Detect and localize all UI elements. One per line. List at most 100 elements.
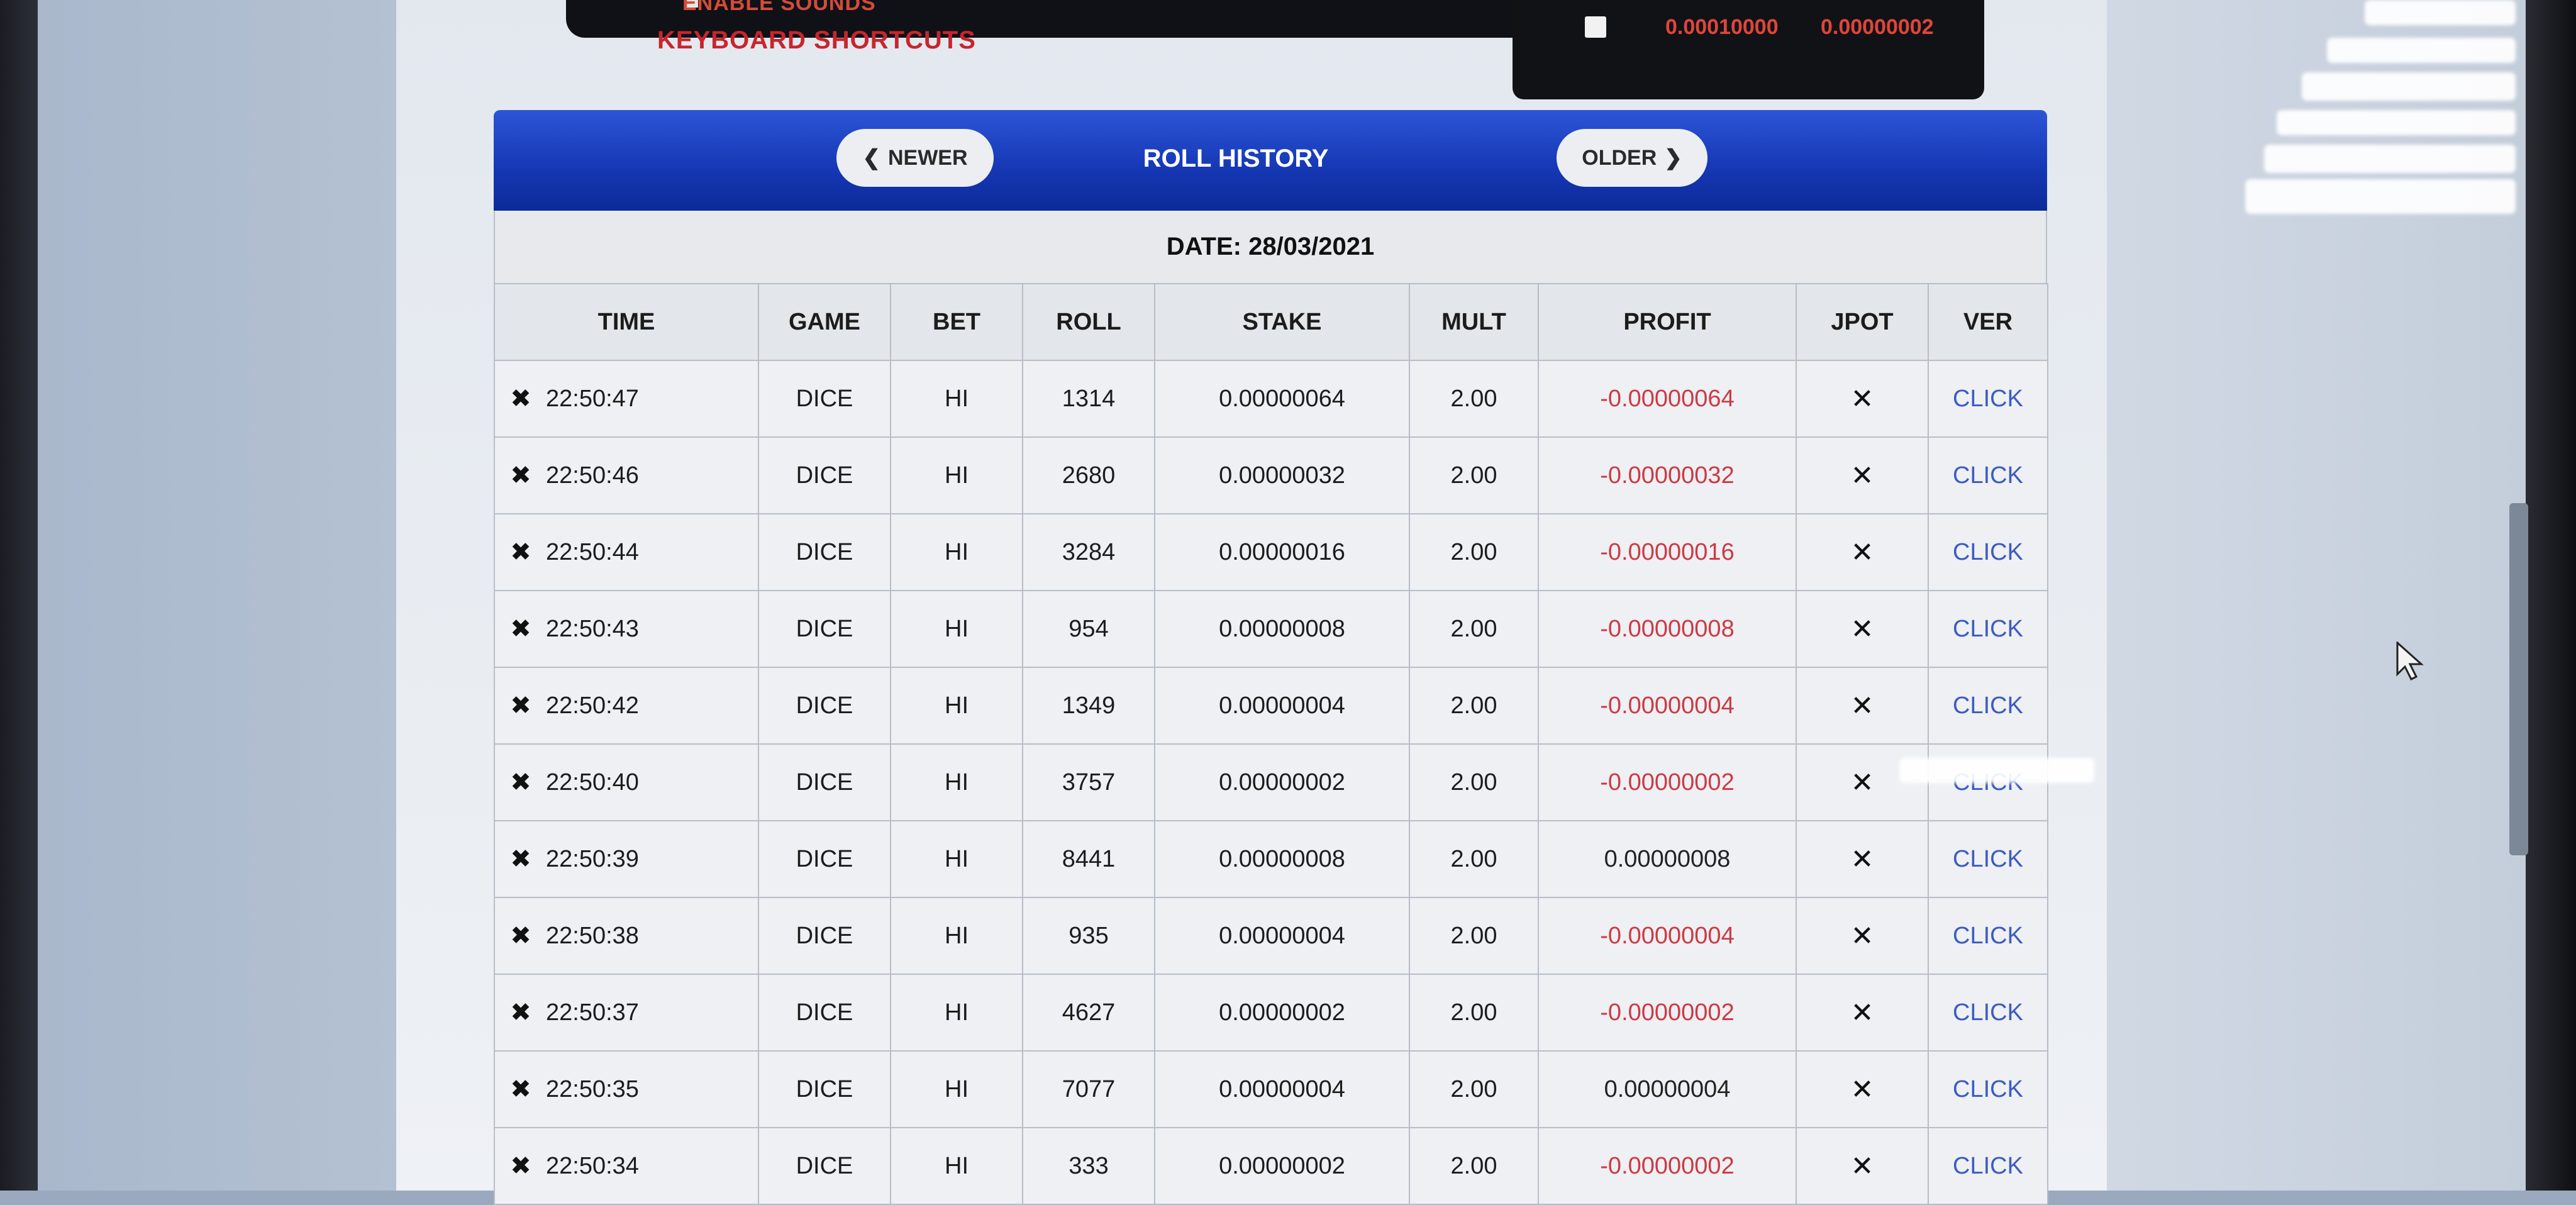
cell-mult: 2.00 (1409, 820, 1539, 898)
cell-mult: 2.00 (1409, 436, 1539, 514)
cell-bet: HI (890, 360, 1023, 438)
cell-game: DICE (758, 590, 891, 668)
table-row: ✖ 22:50:46 DICE HI 2680 0.00000032 2.00 -0.0000… (494, 436, 2048, 514)
chevron-right-icon: ❯ (1664, 146, 1682, 170)
cell-stake: 0.00000002 (1154, 974, 1410, 1052)
cell-profit: -0.00000002 (1538, 743, 1797, 821)
time-value: 22:50:42 (546, 692, 639, 719)
cell-profit: -0.00000004 (1538, 667, 1797, 745)
cell-mult: 2.00 (1409, 513, 1539, 591)
glare-spot (2264, 145, 2516, 173)
cell-mult: 2.00 (1409, 974, 1539, 1052)
column-header-game: GAME (758, 283, 891, 361)
cell-stake: 0.00000064 (1154, 360, 1410, 438)
column-header-stake: STAKE (1154, 283, 1410, 361)
cell-roll: 3757 (1022, 743, 1155, 821)
cell-time: ✖ 22:50:40 (494, 743, 759, 821)
cell-mult: 2.00 (1409, 360, 1539, 438)
table-row: ✖ 22:50:37 DICE HI 4627 0.00000002 2.00 -0.0000… (494, 974, 2048, 1052)
verify-click-link[interactable]: CLICK (1928, 667, 2048, 745)
table-row: ✖ 22:50:44 DICE HI 3284 0.00000016 2.00 -0.0000… (494, 513, 2048, 591)
column-header-bet: BET (890, 283, 1023, 361)
jackpot-x-icon: ✕ (1796, 897, 1929, 975)
cell-stake: 0.00000002 (1154, 743, 1410, 821)
roll-history-panel: ❮ NEWER ROLL HISTORY OLDER ❯ DATE: 28/03… (494, 110, 2048, 1205)
cell-roll: 2680 (1022, 436, 1155, 514)
table-row: ✖ 22:50:43 DICE HI 954 0.00000008 2.00 -0.00000… (494, 590, 2048, 668)
cell-bet: HI (890, 820, 1023, 898)
verify-click-link[interactable]: CLICK (1928, 897, 2048, 975)
verify-click-link[interactable]: CLICK (1928, 590, 2048, 668)
dice-icon: ✖ (510, 769, 531, 796)
cell-profit: -0.00000016 (1538, 513, 1797, 591)
cell-game: DICE (758, 820, 891, 898)
verify-click-link[interactable]: CLICK (1928, 820, 2048, 898)
cell-time: ✖ 22:50:42 (494, 667, 759, 745)
cell-roll: 954 (1022, 590, 1155, 668)
cell-mult: 2.00 (1409, 667, 1539, 745)
mouse-pointer-icon (2396, 641, 2424, 681)
cell-game: DICE (758, 360, 891, 438)
jackpot-x-icon: ✕ (1796, 590, 1929, 668)
verify-click-link[interactable]: CLICK (1928, 513, 2048, 591)
time-value: 22:50:46 (546, 462, 639, 489)
verify-click-link[interactable]: CLICK (1928, 1127, 2048, 1205)
glare-spot (2245, 179, 2516, 214)
cell-bet: HI (890, 436, 1023, 514)
cell-mult: 2.00 (1409, 1127, 1539, 1205)
verify-click-link[interactable]: CLICK (1928, 974, 2048, 1052)
newer-button[interactable]: ❮ NEWER (836, 129, 994, 187)
time-value: 22:50:34 (546, 1152, 639, 1179)
cell-time: ✖ 22:50:44 (494, 513, 759, 591)
jackpot-x-icon: ✕ (1796, 360, 1929, 438)
table-row: ✖ 22:50:42 DICE HI 1349 0.00000004 2.00 -0.0000… (494, 667, 2048, 745)
cell-stake: 0.00000004 (1154, 1050, 1410, 1128)
verify-click-link[interactable]: CLICK (1928, 360, 2048, 438)
cell-game: DICE (758, 743, 891, 821)
cell-stake: 0.00000008 (1154, 820, 1410, 898)
roll-history-table: TIME GAME BET ROLL STAKE MULT PROFIT JPOT VER ✖ 2… (494, 283, 2048, 1205)
verify-click-link[interactable]: CLICK (1928, 1050, 2048, 1128)
cell-game: DICE (758, 513, 891, 591)
time-value: 22:50:43 (546, 615, 639, 642)
cell-time: ✖ 22:50:46 (494, 436, 759, 514)
jackpot-x-icon: ✕ (1796, 974, 1929, 1052)
cell-stake: 0.00000008 (1154, 590, 1410, 668)
cell-profit: -0.00000008 (1538, 590, 1797, 668)
dice-icon: ✖ (510, 922, 531, 950)
cell-mult: 2.00 (1409, 897, 1539, 975)
cell-time: ✖ 22:50:35 (494, 1050, 759, 1128)
verify-click-link[interactable]: CLICK (1928, 436, 2048, 514)
glare-spot (1899, 758, 2094, 783)
glare-spot (2327, 38, 2516, 63)
cell-stake: 0.00000004 (1154, 897, 1410, 975)
cell-profit: -0.00000004 (1538, 897, 1797, 975)
table-row: ✖ 22:50:38 DICE HI 935 0.00000004 2.00 -0.00000… (494, 897, 2048, 975)
time-value: 22:50:47 (546, 385, 639, 412)
cell-mult: 2.00 (1409, 590, 1539, 668)
cell-bet: HI (890, 513, 1023, 591)
monitor-bezel-left (0, 0, 38, 1191)
cell-stake: 0.00000016 (1154, 513, 1410, 591)
cell-stake: 0.00000004 (1154, 667, 1410, 745)
older-button[interactable]: OLDER ❯ (1557, 129, 1707, 187)
table-row: ✖ 22:50:47 DICE HI 1314 0.00000064 2.00 -0.0000… (494, 360, 2048, 438)
monitor-bezel-right (2526, 0, 2576, 1191)
page-scrollbar[interactable] (2509, 503, 2528, 855)
cell-bet: HI (890, 590, 1023, 668)
cell-game: DICE (758, 436, 891, 514)
cell-profit: -0.00000002 (1538, 1127, 1797, 1205)
cell-bet: HI (890, 1050, 1023, 1128)
dice-icon: ✖ (510, 845, 531, 873)
cell-roll: 935 (1022, 897, 1155, 975)
older-button-label: OLDER (1582, 145, 1657, 170)
glare-spot (2277, 110, 2516, 135)
bet-panel-checkbox[interactable] (1585, 16, 1606, 38)
keyboard-shortcuts-link[interactable]: KEYBOARD SHORTCUTS (657, 26, 976, 55)
time-value: 22:50:35 (546, 1075, 639, 1102)
column-header-mult: MULT (1409, 283, 1539, 361)
enable-sounds-label[interactable]: ENABLE SOUNDS (682, 0, 876, 16)
cell-mult: 2.00 (1409, 743, 1539, 821)
cell-stake: 0.00000002 (1154, 1127, 1410, 1205)
time-value: 22:50:38 (546, 922, 639, 949)
